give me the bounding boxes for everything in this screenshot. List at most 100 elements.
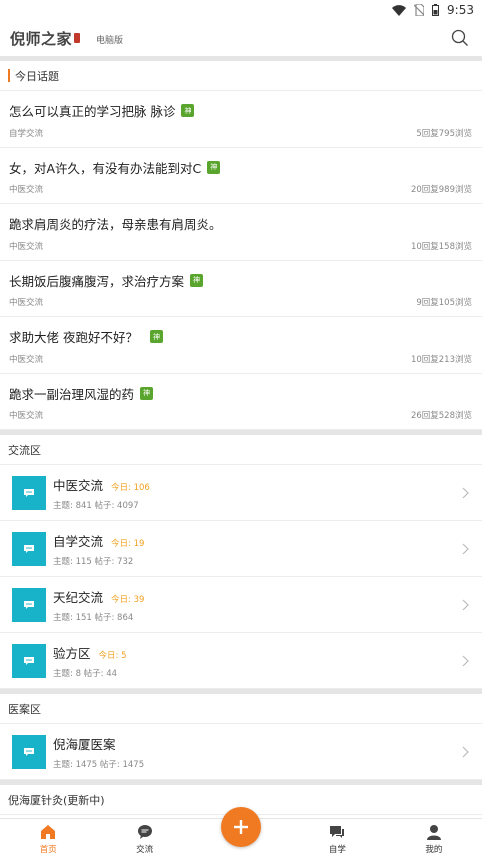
forum-today-count: 今日: 39 (111, 594, 145, 605)
chat-bubble-icon (12, 643, 46, 678)
topic-meta: 中医交流 20回复989浏览 (9, 183, 472, 195)
god-badge: 神 (190, 273, 204, 287)
logo-seal (74, 33, 81, 43)
topic-meta: 中医交流 10回复158浏览 (9, 240, 472, 252)
section-title: 交流区 (8, 443, 41, 457)
topic-stats: 10回复213浏览 (410, 354, 472, 365)
topic-stats: 26回复528浏览 (410, 411, 472, 421)
status-time: 9:53 (447, 3, 474, 17)
user-icon (426, 825, 441, 840)
chat-bubble-icon (12, 734, 46, 769)
forum-row[interactable]: 验方区 今日: 5 主题: 8 帖子: 44 (0, 633, 482, 689)
topic-category: 自学交流 (9, 128, 44, 139)
chat-bubble-icon (12, 531, 46, 566)
nav-label: 我的 (425, 845, 443, 855)
messages-icon (330, 826, 345, 838)
topic-category: 中医交流 (9, 411, 44, 421)
forum-name: 倪海厦医案 (53, 736, 116, 752)
topic-row[interactable]: 跪求肩周炎的疗法，母亲患有肩周炎。 中医交流 10回复158浏览 (0, 204, 482, 261)
topic-title: 跪求一副治理风湿的药神 (9, 384, 473, 403)
topic-stats: 10回复158浏览 (410, 241, 472, 252)
site-logo: 倪师之家 (10, 28, 81, 49)
topic-meta: 中医交流 9回复105浏览 (9, 296, 472, 308)
chevron-right-icon (462, 746, 469, 757)
chevron-right-icon (462, 655, 469, 666)
topic-meta: 中医交流 10回复213浏览 (9, 353, 472, 365)
nav-label: 首页 (39, 845, 57, 855)
topic-stats: 9回复105浏览 (416, 298, 472, 308)
forum-stats: 主题: 8 帖子: 44 (53, 668, 118, 679)
section-today-topics: 今日话题 (0, 61, 482, 91)
forum-name: 自学交流 (53, 533, 104, 549)
status-bar: 9:53 (0, 0, 482, 20)
nav-mine[interactable]: 我的 (386, 819, 482, 858)
chat-bubble-icon (12, 475, 46, 510)
forum-row[interactable]: 中医交流 今日: 106 主题: 841 帖子: 4097 (0, 465, 482, 521)
god-badge: 神 (140, 386, 154, 400)
chevron-right-icon (462, 543, 469, 554)
topic-row[interactable]: 女，对A许久，有没有办法能到对C 神 中医交流 20回复989浏览 (0, 148, 482, 204)
section-case-zone: 医案区 (0, 694, 482, 724)
topic-row[interactable]: 求助大佬 夜跑好不好？ 神 中医交流 10回复213浏览 (0, 317, 482, 374)
section-title: 倪海厦针灸(更新中) (8, 793, 105, 807)
home-icon (41, 825, 56, 839)
topic-title-text: 跪求肩周炎的疗法，母亲患有肩周炎。 (9, 217, 222, 232)
topic-category: 中医交流 (9, 354, 44, 365)
forum-row[interactable]: 倪海厦医案 主题: 1475 帖子: 1475 (0, 724, 482, 780)
battery-icon (432, 4, 440, 16)
forum-name: 验方区 (53, 645, 91, 661)
nav-study[interactable]: 自学 (289, 819, 385, 858)
topic-category: 中医交流 (9, 241, 44, 252)
topic-title-text: 女，对A许久，有没有办法能到对C (9, 160, 202, 176)
topic-row[interactable]: 跪求一副治理风湿的药神 中医交流 26回复528浏览 (0, 374, 482, 430)
topic-title: 跪求肩周炎的疗法，母亲患有肩周炎。 (9, 214, 473, 233)
topic-row[interactable]: 怎么可以真正的学习把脉 脉诊神 自学交流 5回复795浏览 (0, 91, 482, 148)
forum-row[interactable]: 自学交流 今日: 19 主题: 115 帖子: 732 (0, 521, 482, 577)
topic-row[interactable]: 长期饭后腹痛腹泻，求治疗方案神 中医交流 9回复105浏览 (0, 261, 482, 317)
nav-label: 自学 (328, 845, 346, 855)
section-title: 医案区 (8, 702, 41, 716)
forum-name: 中医交流 (53, 477, 104, 493)
topic-stats: 20回复989浏览 (410, 185, 472, 195)
wifi-icon (392, 4, 407, 16)
section-title: 今日话题 (15, 69, 59, 83)
no-sim-icon (414, 4, 425, 16)
topic-title: 求助大佬 夜跑好不好？ 神 (9, 327, 473, 346)
chat-icon (137, 825, 152, 839)
forum-today-count: 今日: 19 (111, 538, 145, 549)
chevron-right-icon (462, 487, 469, 498)
chevron-right-icon (462, 599, 469, 610)
site-logo-text: 倪师之家 (10, 29, 73, 48)
nav-home[interactable]: 首页 (0, 819, 96, 858)
plus-icon (234, 820, 249, 834)
forum-stats: 主题: 841 帖子: 4097 (53, 500, 139, 511)
add-post-button[interactable] (221, 807, 262, 847)
topic-title-text: 长期饭后腹痛腹泻，求治疗方案 (9, 273, 185, 289)
forum-stats: 主题: 1475 帖子: 1475 (53, 759, 145, 770)
pc-version-link[interactable]: 电脑版 (96, 33, 123, 46)
topic-meta: 自学交流 5回复795浏览 (9, 127, 472, 139)
topic-title: 怎么可以真正的学习把脉 脉诊神 (9, 101, 473, 120)
topic-stats: 5回复795浏览 (416, 128, 472, 139)
search-icon[interactable] (450, 28, 470, 48)
app-header: 倪师之家 电脑版 (0, 20, 482, 56)
topic-title: 女，对A许久，有没有办法能到对C 神 (9, 158, 473, 177)
topic-title: 长期饭后腹痛腹泻，求治疗方案神 (9, 271, 473, 290)
bottom-nav: 首页 交流 自学 我的 (0, 807, 482, 858)
topic-category: 中医交流 (9, 185, 44, 195)
nav-label: 交流 (136, 845, 154, 855)
chat-bubble-icon (12, 587, 46, 622)
nav-exchange[interactable]: 交流 (96, 819, 192, 858)
topic-title-text: 跪求一副治理风湿的药 (9, 386, 135, 402)
forum-row[interactable]: 天纪交流 今日: 39 主题: 151 帖子: 864 (0, 577, 482, 633)
forum-stats: 主题: 151 帖子: 864 (53, 612, 134, 623)
god-badge: 神 (149, 330, 163, 343)
topic-title-text: 求助大佬 夜跑好不好？ (9, 330, 138, 345)
topic-meta: 中医交流 26回复528浏览 (9, 409, 472, 421)
nav-post[interactable] (193, 807, 289, 858)
topic-title-text: 怎么可以真正的学习把脉 脉诊 (9, 104, 176, 119)
god-badge: 神 (181, 104, 195, 117)
forum-stats: 主题: 115 帖子: 732 (53, 556, 134, 567)
section-exchange-zone: 交流区 (0, 435, 482, 465)
forum-name: 天纪交流 (53, 589, 104, 605)
